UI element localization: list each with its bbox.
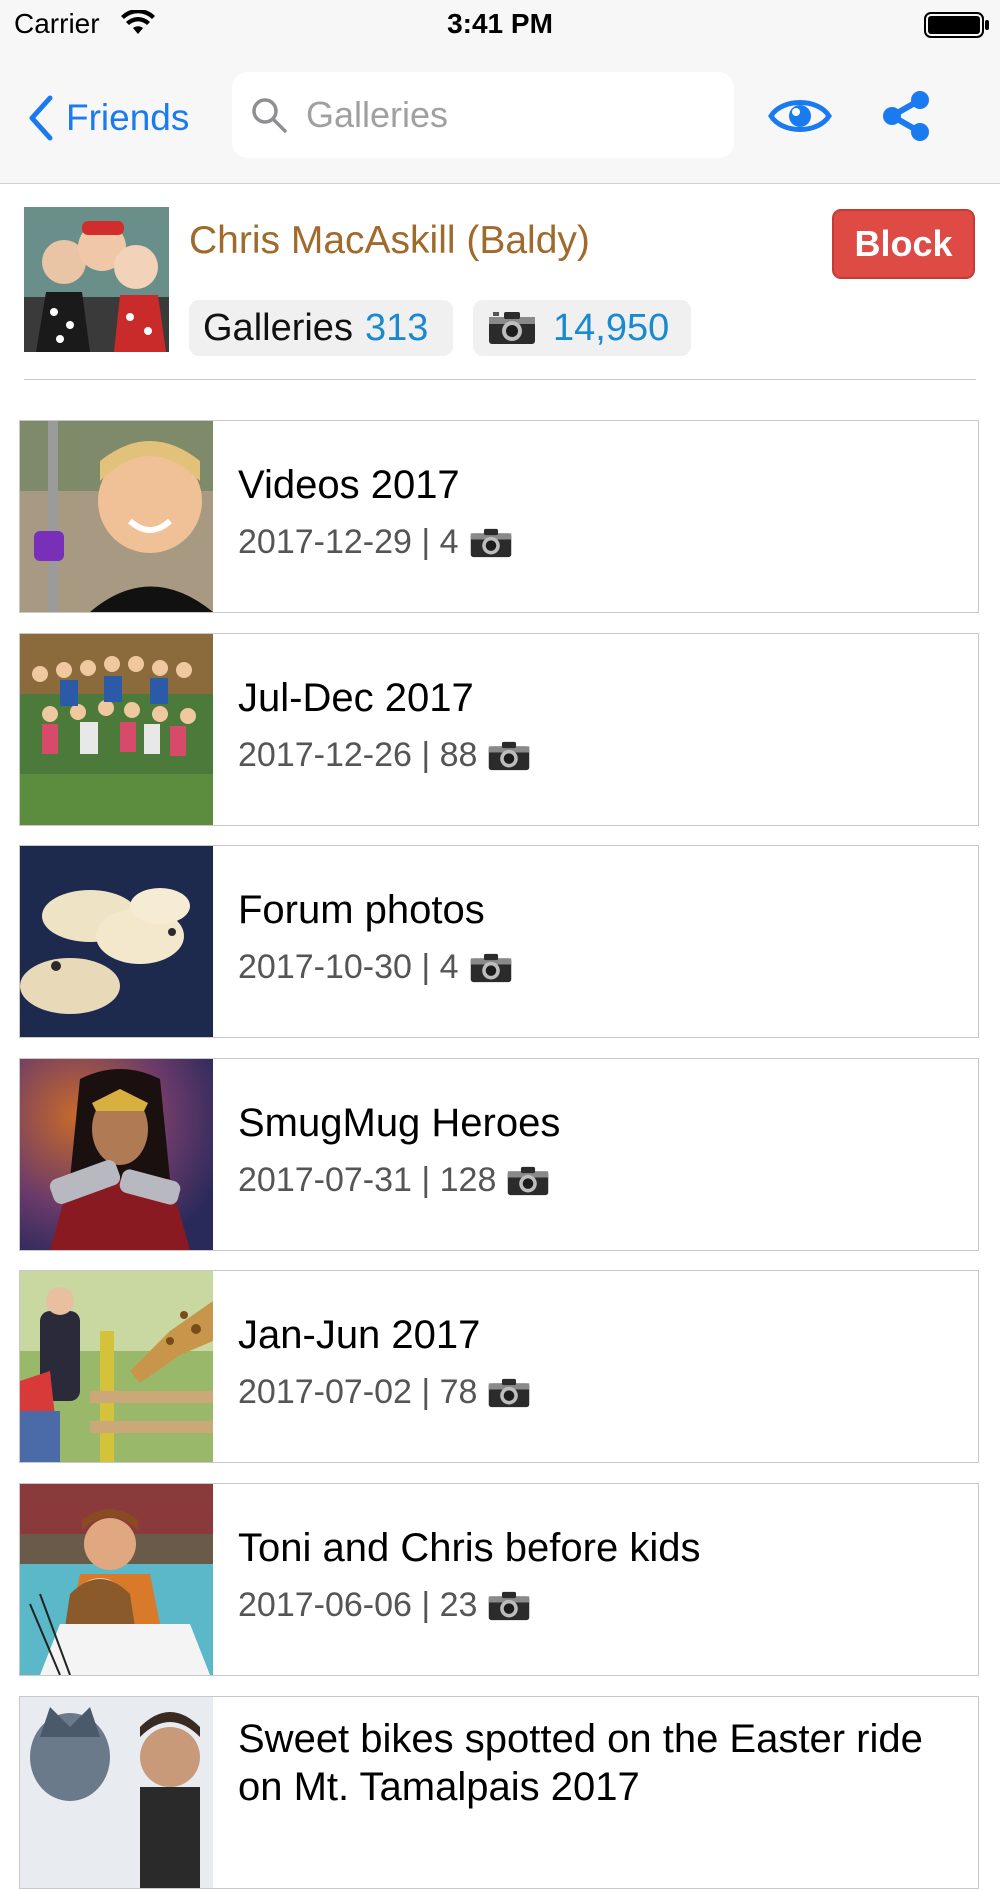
gallery-title: Toni and Chris before kids xyxy=(238,1526,701,1570)
gallery-meta: 2017-12-26 | 88 xyxy=(238,736,531,775)
gallery-meta: 2017-06-06 | 23 xyxy=(238,1586,531,1625)
eye-icon[interactable] xyxy=(768,94,832,138)
avatar[interactable] xyxy=(24,207,169,352)
gallery-title: Jul-Dec 2017 xyxy=(238,676,474,720)
camera-icon xyxy=(470,528,511,557)
gallery-title: Jan-Jun 2017 xyxy=(238,1313,481,1357)
gallery-thumbnail xyxy=(20,846,213,1037)
gallery-title: Forum photos xyxy=(238,888,485,932)
status-bar: Carrier 3:41 PM xyxy=(0,0,1000,50)
gallery-item[interactable]: Sweet bikes spotted on the Easter ride o… xyxy=(19,1696,979,1889)
camera-icon xyxy=(470,953,511,982)
chevron-left-icon xyxy=(29,95,53,141)
gallery-item[interactable]: Videos 2017 2017-12-29 | 4 xyxy=(19,420,979,613)
gallery-meta: 2017-10-30 | 4 xyxy=(238,948,513,987)
gallery-meta: 2017-12-29 | 4 xyxy=(238,523,513,562)
gallery-date-count: 2017-12-26 | 88 xyxy=(238,736,478,774)
gallery-meta: 2017-07-31 | 128 xyxy=(238,1161,550,1200)
gallery-item[interactable]: Toni and Chris before kids 2017-06-06 | … xyxy=(19,1483,979,1676)
camera-icon xyxy=(508,1166,549,1195)
block-button[interactable]: Block xyxy=(832,209,975,279)
profile-header: Chris MacAskill (Baldy) Block Galleries … xyxy=(0,183,1000,380)
galleries-label: Galleries xyxy=(203,306,353,349)
gallery-thumbnail xyxy=(20,634,213,825)
camera-icon xyxy=(489,1378,530,1407)
camera-icon xyxy=(489,312,535,344)
gallery-item[interactable]: Jul-Dec 2017 2017-12-26 | 88 xyxy=(19,633,979,826)
battery-icon xyxy=(924,12,989,38)
back-label: Friends xyxy=(66,97,190,138)
gallery-thumbnail xyxy=(20,1059,213,1250)
gallery-date-count: 2017-10-30 | 4 xyxy=(238,948,459,986)
photos-count: 14,950 xyxy=(553,306,670,349)
gallery-item[interactable]: SmugMug Heroes 2017-07-31 | 128 xyxy=(19,1058,979,1251)
gallery-item[interactable]: Forum photos 2017-10-30 | 4 xyxy=(19,845,979,1038)
profile-name: Chris MacAskill (Baldy) xyxy=(189,219,590,262)
gallery-title: Videos 2017 xyxy=(238,463,460,507)
gallery-thumbnail xyxy=(20,421,213,612)
gallery-date-count: 2017-07-31 | 128 xyxy=(238,1161,497,1199)
camera-icon xyxy=(489,1591,530,1620)
camera-icon xyxy=(489,741,530,770)
gallery-title: Sweet bikes spotted on the Easter ride o… xyxy=(238,1717,923,1809)
avatar-image xyxy=(24,207,169,352)
gallery-title: SmugMug Heroes xyxy=(238,1101,561,1145)
divider xyxy=(24,379,976,380)
search-bar[interactable] xyxy=(232,72,734,158)
status-time: 3:41 PM xyxy=(447,8,553,39)
galleries-count: 313 xyxy=(364,306,429,349)
gallery-thumbnail xyxy=(20,1271,213,1462)
gallery-date-count: 2017-12-29 | 4 xyxy=(238,523,459,561)
gallery-item[interactable]: Jan-Jun 2017 2017-07-02 | 78 xyxy=(19,1270,979,1463)
gallery-date-count: 2017-06-06 | 23 xyxy=(238,1586,478,1624)
galleries-count-badge: Galleries 313 xyxy=(189,300,453,356)
gallery-thumbnail xyxy=(20,1697,213,1888)
gallery-meta: 2017-07-02 | 78 xyxy=(238,1373,531,1412)
search-input[interactable] xyxy=(304,93,728,137)
back-button[interactable]: Friends xyxy=(28,88,189,148)
photos-count-badge: 14,950 xyxy=(473,300,691,356)
share-icon[interactable] xyxy=(880,90,932,142)
search-icon xyxy=(252,98,287,133)
navigation-bar: Friends xyxy=(0,50,1000,184)
gallery-thumbnail xyxy=(20,1484,213,1675)
gallery-date-count: 2017-07-02 | 78 xyxy=(238,1373,478,1411)
